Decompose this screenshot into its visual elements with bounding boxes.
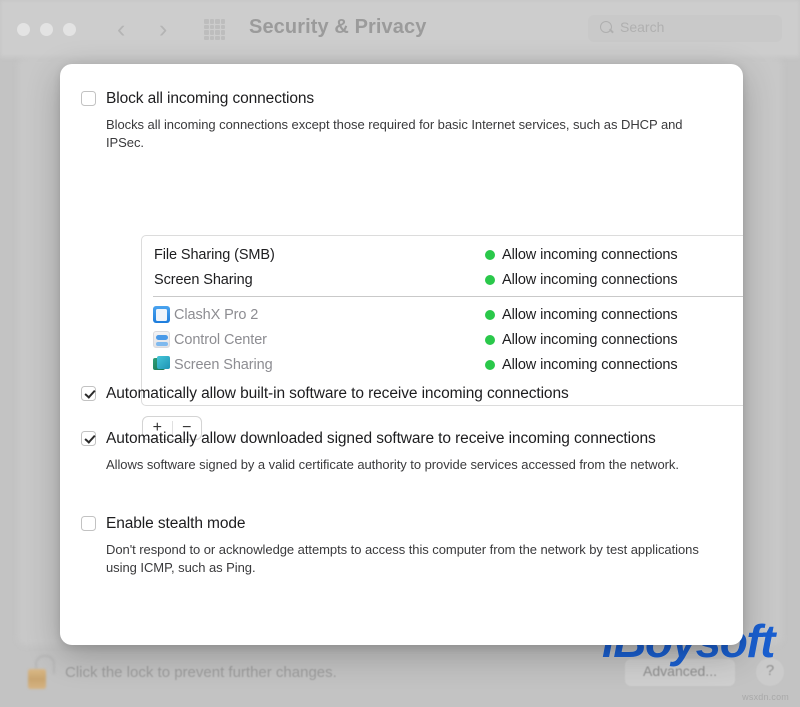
allow-builtin-row[interactable]: Automatically allow built-in software to… (81, 386, 721, 402)
screen-sharing-app-icon (153, 356, 170, 373)
search-input[interactable]: Search (588, 15, 782, 42)
stealth-mode-row[interactable]: Enable stealth mode (81, 516, 731, 532)
app-status: Allow incoming connections (502, 331, 678, 348)
site-watermark-text: wsxdn.com (742, 692, 789, 702)
show-all-icon[interactable] (204, 19, 225, 40)
nav-back-button[interactable]: ‹ (117, 16, 125, 42)
allow-signed-row[interactable]: Automatically allow downloaded signed so… (81, 431, 731, 447)
control-center-app-icon (153, 331, 170, 348)
zoom-button[interactable] (63, 23, 76, 36)
list-item[interactable]: File Sharing (SMB) Allow incoming connec… (142, 242, 743, 267)
allow-signed-section: Automatically allow downloaded signed so… (81, 431, 731, 474)
block-all-row[interactable]: Block all incoming connections (81, 91, 721, 107)
close-button[interactable] (17, 23, 30, 36)
stealth-mode-checkbox[interactable] (81, 516, 96, 531)
allow-signed-label: Automatically allow downloaded signed so… (106, 430, 656, 447)
app-name: Control Center (174, 331, 267, 348)
list-item[interactable]: Control Center Allow incoming connection… (142, 327, 743, 352)
service-name: File Sharing (SMB) (154, 246, 275, 263)
list-item[interactable]: Screen Sharing Allow incoming connection… (142, 267, 743, 292)
firewall-app-list[interactable]: File Sharing (SMB) Allow incoming connec… (141, 235, 743, 406)
list-divider (153, 296, 743, 297)
allow-builtin-label: Automatically allow built-in software to… (106, 385, 569, 402)
app-name: ClashX Pro 2 (174, 306, 259, 323)
app-name: Screen Sharing (174, 356, 273, 373)
status-dot (485, 334, 495, 345)
service-name: Screen Sharing (154, 271, 253, 288)
status-dot (485, 249, 495, 260)
search-placeholder: Search (620, 19, 665, 35)
clashx-pro-app-icon (153, 306, 170, 323)
stealth-mode-section: Enable stealth mode Don't respond to or … (81, 516, 731, 577)
allow-builtin-checkbox[interactable] (81, 386, 96, 401)
search-icon (600, 21, 612, 33)
block-all-checkbox[interactable] (81, 91, 96, 106)
status-dot (485, 309, 495, 320)
stealth-mode-label: Enable stealth mode (106, 515, 246, 532)
block-all-section: Block all incoming connections Blocks al… (81, 91, 721, 152)
nav-forward-button[interactable]: › (159, 16, 167, 42)
status-dot (485, 274, 495, 285)
list-item[interactable]: ClashX Pro 2 Allow incoming connections (142, 302, 743, 327)
block-all-label: Block all incoming connections (106, 90, 315, 107)
allow-signed-description: Allows software signed by a valid certif… (106, 457, 679, 472)
app-status: Allow incoming connections (502, 356, 678, 373)
block-all-description: Blocks all incoming connections except t… (106, 117, 683, 150)
lock-message: Click the lock to prevent further change… (65, 664, 337, 681)
stealth-mode-description: Don't respond to or acknowledge attempts… (106, 542, 699, 575)
service-status: Allow incoming connections (502, 271, 678, 288)
page-title: Security & Privacy (249, 16, 427, 38)
app-status: Allow incoming connections (502, 306, 678, 323)
firewall-options-dialog: Block all incoming connections Blocks al… (60, 64, 743, 645)
service-status: Allow incoming connections (502, 246, 678, 263)
unlocked-padlock-icon[interactable] (28, 655, 55, 689)
allow-signed-checkbox[interactable] (81, 431, 96, 446)
status-dot (485, 359, 495, 370)
list-item[interactable]: Screen Sharing Allow incoming connection… (142, 352, 743, 377)
minimize-button[interactable] (40, 23, 53, 36)
allow-builtin-section: Automatically allow built-in software to… (81, 386, 721, 402)
